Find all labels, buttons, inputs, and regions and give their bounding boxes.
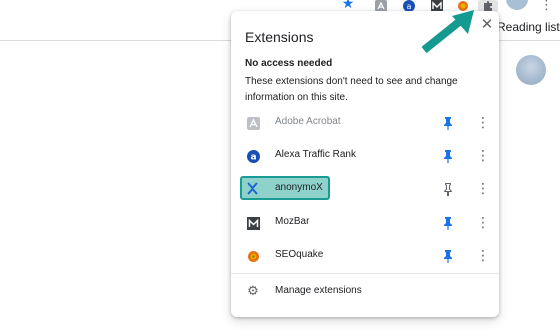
extension-row-alexa-traffic-rank[interactable]: a Alexa Traffic Rank ⋮ (231, 141, 499, 171)
svg-text:a: a (250, 152, 256, 162)
pin-outline-icon[interactable] (441, 181, 455, 197)
seoquake-icon (246, 249, 260, 263)
more-options-icon[interactable]: ⋮ (476, 148, 490, 164)
highlighted-extension-name: anonymoX (275, 182, 323, 193)
more-options-icon[interactable]: ⋮ (476, 181, 490, 197)
extension-name: SEOquake (275, 249, 324, 260)
bookmark-star-icon[interactable]: ★ (341, 0, 355, 11)
extension-row-seoquake[interactable]: SEOquake ⋮ (231, 241, 499, 271)
extension-name: MozBar (275, 216, 310, 227)
pin-icon[interactable] (441, 115, 455, 131)
manage-extensions-button[interactable]: ⚙ Manage extensions (231, 279, 499, 305)
gear-icon: ⚙ (247, 283, 259, 298)
section-description: These extensions don't need to see and c… (245, 76, 458, 103)
adobe-acrobat-icon (246, 116, 260, 130)
popup-divider (231, 273, 499, 274)
popup-title: Extensions (245, 29, 314, 45)
pin-icon[interactable] (441, 248, 455, 264)
section-heading: No access needed (245, 58, 333, 69)
more-options-icon[interactable]: ⋮ (476, 115, 490, 131)
extension-row-mozbar[interactable]: MozBar ⋮ (231, 208, 499, 238)
extension-row-adobe-acrobat[interactable]: Adobe Acrobat ⋮ (231, 108, 499, 138)
alexa-icon: a (246, 149, 260, 163)
extension-name: Alexa Traffic Rank (275, 149, 356, 160)
pin-icon[interactable] (441, 148, 455, 164)
profile-avatar[interactable] (506, 0, 528, 10)
mozbar-icon (246, 216, 260, 230)
svg-text:a: a (407, 2, 412, 11)
extension-name: Adobe Acrobat (275, 116, 341, 127)
more-options-icon[interactable]: ⋮ (476, 248, 490, 264)
page-avatar (516, 55, 546, 85)
browser-menu-icon[interactable]: ⋮ (540, 0, 553, 11)
reading-list-button[interactable]: Reading list (497, 20, 560, 34)
pin-icon[interactable] (441, 215, 455, 231)
annotation-arrow (421, 10, 474, 54)
more-options-icon[interactable]: ⋮ (476, 215, 490, 231)
anonymox-icon (246, 182, 259, 195)
manage-extensions-label: Manage extensions (275, 285, 362, 296)
extensions-popup: Extensions ✕ No access needed These exte… (231, 11, 499, 317)
